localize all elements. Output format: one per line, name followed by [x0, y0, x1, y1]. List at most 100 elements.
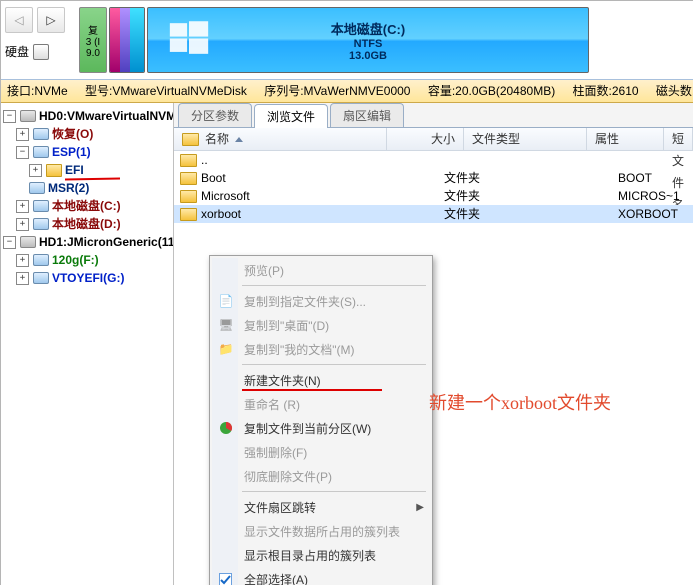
info-interface: 接口:NVMe: [7, 84, 68, 98]
volume-icon: [33, 218, 49, 230]
ctx-copy-desktop: 🖥复制到"桌面"(D): [212, 313, 430, 337]
list-up[interactable]: ..: [174, 151, 693, 169]
ctx-new-folder[interactable]: 新建文件夹(N): [212, 368, 430, 392]
disk-overview-bar: ◁ ▷ 硬盘 复 3 (I 9.0 本地磁: [1, 1, 693, 80]
col-size[interactable]: 大小: [387, 128, 464, 150]
expand-icon[interactable]: +: [16, 128, 29, 141]
tree-hd0[interactable]: − HD0:VMwareVirtualNVMeDisk: [1, 107, 173, 125]
volume-icon: [33, 128, 49, 140]
tree-local-c[interactable]: + 本地磁盘(C:): [1, 197, 173, 215]
folder-up-icon: [180, 154, 197, 167]
folder-icon: [180, 190, 197, 203]
ctx-cluster-list: 显示文件数据所占用的簇列表: [212, 519, 430, 543]
annotation-text: 新建一个xorboot文件夹: [429, 389, 611, 415]
right-panel: 分区参数 浏览文件 扇区编辑 名称 大小 文件类型 属性 短文件名 ..: [174, 103, 693, 585]
volume-c-size: 13.0GB: [349, 50, 387, 62]
volume-extra[interactable]: [130, 8, 144, 72]
tab-bar: 分区参数 浏览文件 扇区编辑: [174, 103, 693, 128]
tab-sector-edit[interactable]: 扇区编辑: [330, 103, 404, 127]
info-serial: 序列号:MVaWerNMVE0000: [264, 84, 410, 98]
disk-selector-icon: [33, 44, 49, 60]
ctx-copy-to-partition[interactable]: 复制文件到当前分区(W): [212, 416, 430, 440]
ctx-root-cluster-list[interactable]: 显示根目录占用的簇列表: [212, 543, 430, 567]
tree-vtoyefi-g[interactable]: + VTOYEFI(G:): [1, 269, 173, 287]
volume-c-title: 本地磁盘(C:): [331, 19, 405, 38]
col-short[interactable]: 短文件名: [664, 128, 693, 150]
volume-c-fs: NTFS: [354, 38, 383, 50]
tree-hd1[interactable]: − HD1:JMicronGeneric(112GB): [1, 233, 173, 251]
volume-icon: [33, 200, 49, 212]
folder-icon: [46, 164, 62, 177]
volume-msr[interactable]: [120, 8, 130, 72]
main-split: − HD0:VMwareVirtualNVMeDisk + 恢复(O) −: [1, 103, 693, 585]
nav-back-button[interactable]: ◁: [5, 7, 33, 33]
tab-partition-params[interactable]: 分区参数: [178, 103, 252, 127]
collapse-icon[interactable]: −: [3, 110, 16, 123]
folder-icon: [180, 172, 197, 185]
file-list: .. Boot 文件夹BOOT Microsoft 文件夹MICROS~1 xo…: [174, 151, 693, 585]
ctx-sector-jump[interactable]: 文件扇区跳转▶: [212, 495, 430, 519]
disk-info-strip: 接口:NVMe 型号:VMwareVirtualNVMeDisk 序列号:MVa…: [1, 80, 693, 103]
nav-forward-button[interactable]: ▷: [37, 7, 65, 33]
info-heads: 磁头数:255: [656, 84, 693, 98]
copy-icon: 📄: [218, 293, 234, 309]
expand-icon[interactable]: +: [16, 272, 29, 285]
expand-icon[interactable]: +: [16, 218, 29, 231]
checkbox-icon: [218, 571, 234, 585]
volume-recover[interactable]: 复 3 (I 9.0: [79, 7, 107, 73]
volume-icon: [33, 146, 49, 158]
expand-icon[interactable]: +: [29, 164, 42, 177]
tree-msr[interactable]: MSR(2): [1, 179, 173, 197]
volume-esp[interactable]: [110, 8, 120, 72]
collapse-icon[interactable]: −: [3, 236, 16, 249]
disk-tree: − HD0:VMwareVirtualNVMeDisk + 恢复(O) −: [1, 103, 174, 585]
windows-logo-icon: [166, 16, 212, 65]
context-menu: 预览(P) 📄复制到指定文件夹(S)... 🖥复制到"桌面"(D) 📁复制到"我…: [209, 255, 433, 585]
col-attr[interactable]: 属性: [587, 128, 664, 150]
collapse-icon[interactable]: −: [16, 146, 29, 159]
tree-local-d[interactable]: + 本地磁盘(D:): [1, 215, 173, 233]
tab-browse-files[interactable]: 浏览文件: [254, 104, 328, 128]
volume-icon: [33, 254, 49, 266]
list-item-selected[interactable]: xorboot 文件夹XORBOOT: [174, 205, 693, 223]
ctx-copy-to: 📄复制到指定文件夹(S)...: [212, 289, 430, 313]
list-item[interactable]: Boot 文件夹BOOT: [174, 169, 693, 187]
annotation-underline: [242, 389, 382, 391]
list-item[interactable]: Microsoft 文件夹MICROS~1: [174, 187, 693, 205]
nav-arrows: ◁ ▷ 硬盘: [1, 1, 79, 79]
expand-icon[interactable]: +: [16, 200, 29, 213]
tree-120g-f[interactable]: + 120g(F:): [1, 251, 173, 269]
disk-selector[interactable]: 硬盘: [5, 43, 75, 60]
tree-recover[interactable]: + 恢复(O): [1, 125, 173, 143]
sort-asc-icon: [235, 137, 243, 142]
ctx-force-delete: 强制删除(F): [212, 440, 430, 464]
disk-icon: [20, 110, 36, 122]
expand-icon[interactable]: +: [16, 254, 29, 267]
volume-preview: 复 3 (I 9.0 本地磁盘(C:) NTFS 13.0GB: [79, 1, 589, 79]
info-capacity: 容量:20.0GB(20480MB): [428, 84, 555, 98]
disk-icon: [20, 236, 36, 248]
submenu-arrow-icon: ▶: [416, 502, 424, 513]
volume-icon: [33, 272, 49, 284]
tree-efi[interactable]: + EFI: [1, 161, 173, 179]
desktop-icon: 🖥: [218, 317, 234, 333]
documents-icon: 📁: [218, 341, 234, 357]
volume-tiny-group[interactable]: [109, 7, 145, 73]
ctx-copy-documents: 📁复制到"我的文档"(M): [212, 337, 430, 361]
column-headers: 名称 大小 文件类型 属性 短文件名: [174, 128, 693, 151]
ctx-rename: 重命名 (R): [212, 392, 430, 416]
app-window: ◁ ▷ 硬盘 复 3 (I 9.0 本地磁: [0, 0, 693, 585]
volume-c[interactable]: 本地磁盘(C:) NTFS 13.0GB: [147, 7, 589, 73]
ctx-preview: 预览(P): [212, 258, 430, 282]
ctx-full-delete: 彻底删除文件(P): [212, 464, 430, 488]
tree-esp[interactable]: − ESP(1): [1, 143, 173, 161]
col-type[interactable]: 文件类型: [464, 128, 587, 150]
folder-icon: [180, 208, 197, 221]
disk-selector-label: 硬盘: [5, 43, 29, 60]
info-model: 型号:VMwareVirtualNVMeDisk: [85, 84, 247, 98]
pie-icon: [218, 420, 234, 436]
ctx-select-all[interactable]: 全部选择(A): [212, 567, 430, 585]
volume-icon: [29, 182, 45, 194]
folder-icon: [182, 133, 199, 146]
col-name[interactable]: 名称: [174, 128, 387, 150]
